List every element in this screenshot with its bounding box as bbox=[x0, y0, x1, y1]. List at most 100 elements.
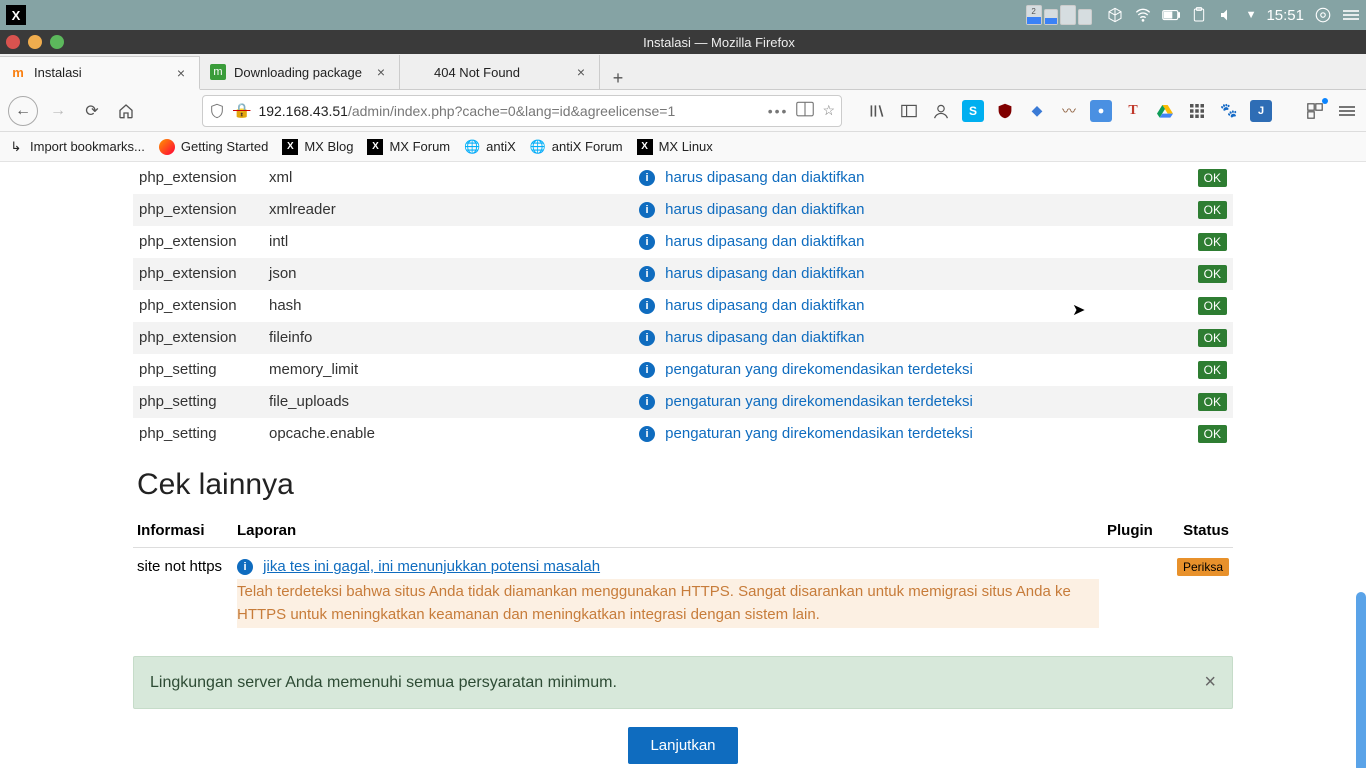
other-check-row: site not https i jika tes ini gagal, ini… bbox=[133, 548, 1233, 639]
ext-icon-2[interactable]: 〰 bbox=[1058, 100, 1080, 122]
check-message-link[interactable]: harus dipasang dan diaktifkan bbox=[665, 297, 864, 314]
check-warning-text: Telah terdeteksi bahwa situs Anda tidak … bbox=[237, 579, 1099, 628]
window-close-button[interactable] bbox=[6, 35, 20, 49]
check-name: xmlreader bbox=[263, 194, 633, 226]
bookmark-mx-forum[interactable]: X MX Forum bbox=[367, 139, 450, 155]
check-row: php_settingmemory_limiti pengaturan yang… bbox=[133, 354, 1233, 386]
info-icon[interactable]: i bbox=[237, 559, 253, 575]
info-icon[interactable]: i bbox=[639, 234, 655, 250]
window-maximize-button[interactable] bbox=[50, 35, 64, 49]
apps-icon[interactable] bbox=[1186, 100, 1208, 122]
check-message-link[interactable]: pengaturan yang direkomendasikan terdete… bbox=[665, 425, 973, 442]
reload-button[interactable]: ⟳ bbox=[78, 97, 106, 125]
url-bar[interactable]: 🔒 192.168.43.51/admin/index.php?cache=0&… bbox=[202, 95, 842, 127]
sidebar-icon[interactable] bbox=[898, 100, 920, 122]
ublock-icon[interactable] bbox=[994, 100, 1016, 122]
status-badge-ok: OK bbox=[1198, 201, 1227, 219]
import-icon: ↳ bbox=[8, 139, 24, 155]
url-text: 192.168.43.51/admin/index.php?cache=0&la… bbox=[258, 103, 675, 119]
moodle-green-favicon-icon: m bbox=[210, 64, 226, 80]
new-tab-button[interactable]: + bbox=[600, 68, 636, 89]
check-message-link[interactable]: harus dipasang dan diaktifkan bbox=[665, 233, 864, 250]
bookmark-getting-started[interactable]: Getting Started bbox=[159, 139, 268, 155]
tab-close-button[interactable]: × bbox=[173, 65, 189, 81]
insecure-lock-icon[interactable]: 🔒 bbox=[233, 102, 250, 119]
success-alert: Lingkungan server Anda memenuhi semua pe… bbox=[133, 656, 1233, 709]
bookmark-star-icon[interactable]: ☆ bbox=[822, 102, 835, 119]
page-actions-icon[interactable]: ••• bbox=[768, 103, 789, 119]
info-icon[interactable]: i bbox=[639, 362, 655, 378]
check-row: php_settingfile_uploadsi pengaturan yang… bbox=[133, 386, 1233, 418]
tab-404[interactable]: 404 Not Found × bbox=[400, 55, 600, 89]
tab-strip: m Instalasi × m Downloading package × 40… bbox=[0, 54, 1366, 90]
scrollbar[interactable] bbox=[1356, 592, 1366, 768]
mx-favicon-icon: X bbox=[637, 139, 653, 155]
bookmark-mx-blog[interactable]: X MX Blog bbox=[282, 139, 353, 155]
check-message-link[interactable]: pengaturan yang direkomendasikan terdete… bbox=[665, 393, 973, 410]
check-report-link[interactable]: jika tes ini gagal, ini menunjukkan pote… bbox=[263, 558, 600, 575]
bookmark-import[interactable]: ↳ Import bookmarks... bbox=[8, 139, 145, 155]
info-icon[interactable]: i bbox=[639, 298, 655, 314]
info-icon[interactable]: i bbox=[639, 170, 655, 186]
check-message-link[interactable]: harus dipasang dan diaktifkan bbox=[665, 169, 864, 186]
mx-logo-icon[interactable]: X bbox=[6, 5, 26, 25]
skype-icon[interactable]: S bbox=[962, 100, 984, 122]
window-minimize-button[interactable] bbox=[28, 35, 42, 49]
menu-icon[interactable] bbox=[1342, 6, 1360, 24]
home-button[interactable] bbox=[112, 97, 140, 125]
tab-close-button[interactable]: × bbox=[373, 64, 389, 80]
tab-instalasi[interactable]: m Instalasi × bbox=[0, 56, 200, 90]
check-name: json bbox=[263, 258, 633, 290]
forward-button[interactable]: → bbox=[44, 97, 72, 125]
clock[interactable]: 15:51 bbox=[1266, 7, 1304, 24]
info-icon[interactable]: i bbox=[639, 202, 655, 218]
tab-label: Instalasi bbox=[34, 65, 82, 80]
info-icon[interactable]: i bbox=[639, 266, 655, 282]
ext-icon-1[interactable]: ◆ bbox=[1026, 100, 1048, 122]
check-type: php_extension bbox=[133, 322, 263, 354]
status-badge-ok: OK bbox=[1198, 425, 1227, 443]
info-icon[interactable]: i bbox=[639, 426, 655, 442]
library-icon[interactable] bbox=[866, 100, 888, 122]
alert-text: Lingkungan server Anda memenuhi semua pe… bbox=[150, 674, 617, 692]
ext-icon-t[interactable]: T bbox=[1122, 100, 1144, 122]
battery-indicators: 2 bbox=[1026, 5, 1092, 25]
check-message-link[interactable]: harus dipasang dan diaktifkan bbox=[665, 265, 864, 282]
settings-gear-icon[interactable] bbox=[1314, 6, 1332, 24]
extensions-overflow-icon[interactable] bbox=[1304, 100, 1326, 122]
check-message-link[interactable]: harus dipasang dan diaktifkan bbox=[665, 329, 864, 346]
clipboard-icon[interactable] bbox=[1190, 6, 1208, 24]
info-icon[interactable]: i bbox=[639, 330, 655, 346]
ext-icon-j[interactable]: J bbox=[1250, 100, 1272, 122]
volume-icon[interactable] bbox=[1218, 6, 1236, 24]
bookmark-antix-forum[interactable]: 🌐 antiX Forum bbox=[530, 139, 623, 155]
bookmark-mx-linux[interactable]: X MX Linux bbox=[637, 139, 713, 155]
ext-icon-3[interactable] bbox=[1090, 100, 1112, 122]
status-badge-ok: OK bbox=[1198, 329, 1227, 347]
status-badge-ok: OK bbox=[1198, 233, 1227, 251]
reader-mode-icon[interactable] bbox=[796, 101, 814, 120]
back-button[interactable]: ← bbox=[8, 96, 38, 126]
app-menu-icon[interactable] bbox=[1336, 100, 1358, 122]
info-icon[interactable]: i bbox=[639, 394, 655, 410]
col-header-info: Informasi bbox=[133, 514, 233, 548]
check-message-link[interactable]: harus dipasang dan diaktifkan bbox=[665, 201, 864, 218]
tab-downloading[interactable]: m Downloading package × bbox=[200, 55, 400, 89]
alert-close-button[interactable]: × bbox=[1204, 671, 1216, 694]
check-row: php_extensionxmlreaderi harus dipasang d… bbox=[133, 194, 1233, 226]
check-message-link[interactable]: pengaturan yang direkomendasikan terdete… bbox=[665, 361, 973, 378]
check-row: php_extensionintli harus dipasang dan di… bbox=[133, 226, 1233, 258]
account-icon[interactable] bbox=[930, 100, 952, 122]
bookmark-antix[interactable]: 🌐 antiX bbox=[464, 139, 516, 155]
gdrive-icon[interactable] bbox=[1154, 100, 1176, 122]
tab-close-button[interactable]: × bbox=[573, 64, 589, 80]
cube-icon[interactable] bbox=[1106, 6, 1124, 24]
wifi-icon[interactable] bbox=[1134, 6, 1152, 24]
ext-paw-icon[interactable]: 🐾 bbox=[1218, 100, 1240, 122]
check-name: fileinfo bbox=[263, 322, 633, 354]
window-title: Instalasi — Mozilla Firefox bbox=[72, 35, 1366, 50]
tracking-shield-icon[interactable] bbox=[209, 103, 225, 119]
battery-icon[interactable] bbox=[1162, 6, 1180, 24]
continue-button[interactable]: Lanjutkan bbox=[628, 727, 737, 764]
chevron-down-icon[interactable]: ▼ bbox=[1246, 9, 1257, 21]
